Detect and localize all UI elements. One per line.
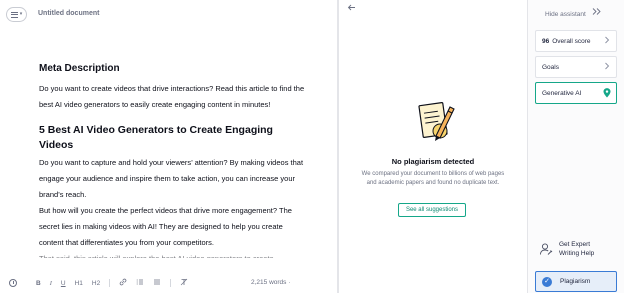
word-count[interactable]: 2,215 words · [251, 279, 290, 286]
format-toolbar: B I U H1 H2 2,215 words · [0, 276, 337, 293]
plagiarism-panel: No plagiarism detected We compared your … [339, 0, 527, 293]
document-title[interactable]: Untitled document [38, 10, 99, 17]
location-pin-icon [603, 88, 611, 98]
generative-ai-label: Generative AI [542, 89, 582, 97]
document-body[interactable]: Meta Description Do you want to create v… [39, 62, 307, 258]
generative-ai-card[interactable]: Generative AI [535, 82, 617, 104]
goals-label: Goals [542, 63, 559, 71]
editor-pane: ▾ Untitled document Meta Description Do … [0, 0, 337, 293]
goals-card[interactable]: Goals [535, 56, 617, 78]
italic-button[interactable]: I [50, 280, 52, 287]
chevron-right-icon [604, 36, 610, 46]
assistant-sidebar: Hide assistant 96 Overall score Goals Ge… [528, 0, 624, 293]
second-paragraph[interactable]: But how will you create the perfect vide… [39, 203, 307, 251]
menu-button[interactable]: ▾ [6, 7, 27, 22]
plagiarism-status-title: No plagiarism detected [391, 157, 475, 166]
bold-button[interactable]: B [36, 280, 41, 287]
heading1-button[interactable]: H1 [75, 280, 83, 287]
heading2-button[interactable]: H2 [92, 280, 100, 287]
partial-paragraph[interactable]: That said, this article will explore the… [39, 251, 307, 258]
link-icon[interactable] [119, 278, 127, 288]
ordered-list-icon[interactable] [136, 278, 144, 288]
meta-paragraph[interactable]: Do you want to create videos that drive … [39, 81, 307, 113]
hide-assistant-button[interactable]: Hide assistant [545, 11, 586, 18]
double-chevron-right-icon[interactable] [592, 7, 602, 19]
chevron-down-icon: ▾ [19, 11, 23, 17]
overall-score-label: Overall score [552, 37, 591, 45]
underline-button[interactable]: U [61, 280, 66, 287]
expert-person-icon [540, 243, 553, 255]
plagiarism-description: We compared your document to billions of… [361, 171, 505, 186]
document-pencil-illustration-icon [418, 102, 455, 141]
plagiarism-tab-label: Plagiarism [560, 278, 591, 285]
heading-main[interactable]: 5 Best AI Video Generators to Create Eng… [39, 123, 307, 153]
hamburger-icon [10, 11, 18, 18]
overall-score-card[interactable]: 96 Overall score [535, 30, 617, 52]
intro-paragraph[interactable]: Do you want to capture and hold your vie… [39, 155, 307, 203]
expert-label-line2: Writing Help [559, 250, 595, 257]
overall-score-value: 96 [542, 37, 550, 45]
history-icon[interactable] [9, 279, 17, 287]
heading-meta-description[interactable]: Meta Description [39, 62, 307, 76]
get-expert-writing-help-button[interactable]: Get Expert Writing Help [539, 240, 619, 260]
expert-label-line1: Get Expert [559, 241, 591, 248]
toolbar-divider [170, 279, 172, 287]
plagiarism-tab[interactable]: ✓ Plagiarism [535, 271, 617, 292]
checkmark-icon: ✓ [542, 276, 552, 287]
toolbar-divider [109, 279, 111, 287]
chevron-right-icon [604, 62, 610, 72]
see-all-suggestions-button[interactable]: See all suggestions [398, 203, 466, 217]
unordered-list-icon[interactable] [153, 278, 161, 288]
clear-format-icon[interactable] [180, 278, 188, 288]
arrow-left-icon[interactable] [347, 3, 356, 14]
